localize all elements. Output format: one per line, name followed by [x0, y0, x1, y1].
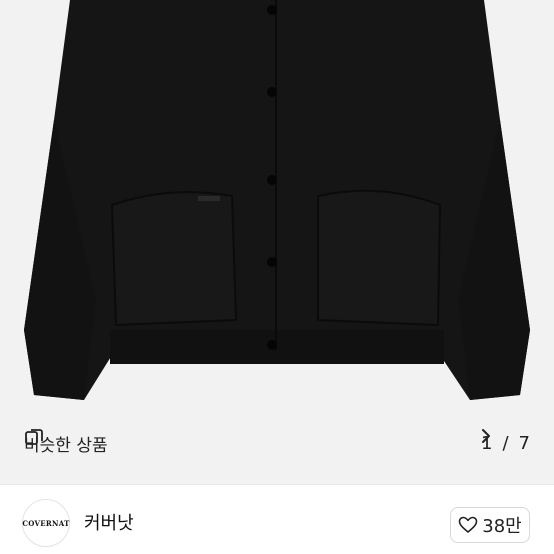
similar-products-button[interactable]: 비슷한 상품 — [24, 428, 108, 458]
seller-avatar[interactable]: COVERNAT — [22, 499, 70, 547]
avatar-text: COVERNAT — [22, 518, 70, 528]
image-overlay-bar: 비슷한 상품 1 / 7 — [0, 414, 554, 470]
similar-products-icon — [25, 429, 43, 445]
like-button[interactable]: 38만 — [450, 507, 530, 543]
seller-row[interactable]: COVERNAT 커버낫 38만 — [0, 485, 554, 554]
product-image — [24, 0, 530, 400]
product-image-carousel[interactable]: 비슷한 상품 1 / 7 — [0, 0, 554, 484]
image-pager[interactable]: 1 / 7 — [481, 428, 530, 458]
pager-total: 7 — [518, 432, 530, 454]
pager-separator: / — [502, 432, 509, 454]
heart-outline-icon — [458, 516, 478, 533]
like-count: 38만 — [482, 516, 522, 537]
chevron-right-icon[interactable] — [481, 428, 491, 444]
seller-name[interactable]: 커버낫 — [84, 509, 134, 535]
